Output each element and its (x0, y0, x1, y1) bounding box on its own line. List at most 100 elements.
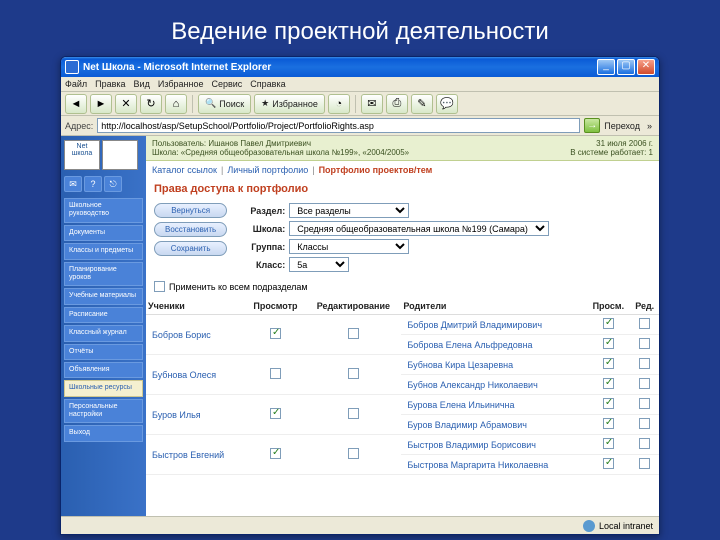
ie-window: Net Школа - Microsoft Internet Explorer … (60, 56, 660, 535)
parent-name[interactable]: Бобров Дмитрий Владимирович (401, 315, 586, 335)
apply-all-checkbox[interactable] (154, 281, 165, 292)
ie-icon (65, 60, 79, 74)
exit-icon[interactable]: ⎋ (104, 176, 122, 192)
favorites-button[interactable]: ★Избранное (254, 94, 325, 114)
forward-button[interactable]: ► (90, 94, 112, 114)
go-button[interactable]: → (584, 118, 600, 133)
mail-icon[interactable]: ✉ (64, 176, 82, 192)
view-checkbox[interactable] (270, 328, 281, 339)
edit-checkbox[interactable] (348, 448, 359, 459)
edit-checkbox[interactable] (348, 328, 359, 339)
sidebar-item-materials[interactable]: Учебные материалы (64, 288, 143, 304)
refresh-button[interactable]: ↻ (140, 94, 162, 114)
links-toggle[interactable]: » (644, 121, 655, 131)
menu-help[interactable]: Справка (250, 79, 285, 89)
class-select[interactable]: 5а (289, 257, 349, 272)
view-checkbox[interactable] (270, 368, 281, 379)
crumb-personal[interactable]: Личный портфолио (227, 165, 308, 175)
sidebar-item-reports[interactable]: Отчёты (64, 344, 143, 360)
sidebar-item-docs[interactable]: Документы (64, 225, 143, 241)
status-bar: Local intranet (61, 516, 659, 534)
maximize-button[interactable]: ▢ (617, 59, 635, 75)
pview-checkbox[interactable] (603, 458, 614, 469)
pedit-checkbox[interactable] (639, 358, 650, 369)
crumb-catalog[interactable]: Каталог ссылок (152, 165, 217, 175)
pedit-checkbox[interactable] (639, 378, 650, 389)
edit-button[interactable]: ✎ (411, 94, 433, 114)
minimize-button[interactable]: _ (597, 59, 615, 75)
search-button[interactable]: 🔍Поиск (198, 94, 251, 114)
pedit-checkbox[interactable] (639, 338, 650, 349)
parent-name[interactable]: Быстрова Маргарита Николаевна (401, 455, 586, 475)
menu-favorites[interactable]: Избранное (158, 79, 204, 89)
view-checkbox[interactable] (270, 408, 281, 419)
group-select[interactable]: Классы (289, 239, 409, 254)
pview-checkbox[interactable] (603, 378, 614, 389)
home-button[interactable]: ⌂ (165, 94, 187, 114)
back-button[interactable]: ◄ (65, 94, 87, 114)
menu-view[interactable]: Вид (134, 79, 150, 89)
sidebar-item-settings[interactable]: Персональные настройки (64, 399, 143, 424)
address-bar: Адрес: → Переход » (61, 116, 659, 136)
page-heading: Права доступа к портфолио (146, 179, 659, 199)
back-app-button[interactable]: Вернуться (154, 203, 227, 218)
student-name[interactable]: Бубнова Олеся (146, 355, 246, 395)
pview-checkbox[interactable] (603, 358, 614, 369)
pview-checkbox[interactable] (603, 338, 614, 349)
restore-button[interactable]: Восстановить (154, 222, 227, 237)
parent-name[interactable]: Буров Владимир Абрамович (401, 415, 586, 435)
section-label: Раздел: (237, 206, 285, 216)
sidebar-item-planning[interactable]: Планирование уроков (64, 262, 143, 287)
print-button[interactable]: ⎙ (386, 94, 408, 114)
view-checkbox[interactable] (270, 448, 281, 459)
address-input[interactable] (97, 118, 580, 133)
close-button[interactable]: ✕ (637, 59, 655, 75)
student-name[interactable]: Быстров Евгений (146, 435, 246, 475)
pedit-checkbox[interactable] (639, 438, 650, 449)
school-label: Школа: (237, 224, 285, 234)
menu-file[interactable]: Файл (65, 79, 87, 89)
parent-name[interactable]: Бурова Елена Ильинична (401, 395, 586, 415)
pview-checkbox[interactable] (603, 398, 614, 409)
sidebar-item-resources[interactable]: Школьные ресурсы (64, 380, 143, 396)
table-row: Бобров Борис Бобров Дмитрий Владимирович (146, 315, 659, 335)
pview-checkbox[interactable] (603, 438, 614, 449)
app-sidebar: Net школа ✉ ? ⎋ Школьное руководство Док… (61, 136, 146, 516)
main-panel: Пользователь: Ишанов Павел Дмитриевич Шк… (146, 136, 659, 516)
apply-all-label: Применить ко всем подразделам (169, 282, 308, 292)
parent-name[interactable]: Боброва Елена Альфредовна (401, 335, 586, 355)
mail-button[interactable]: ✉ (361, 94, 383, 114)
menu-tools[interactable]: Сервис (211, 79, 242, 89)
sidebar-item-logout[interactable]: Выход (64, 425, 143, 441)
parent-name[interactable]: Бубнов Александр Николаевич (401, 375, 586, 395)
help-icon[interactable]: ? (84, 176, 102, 192)
pedit-checkbox[interactable] (639, 398, 650, 409)
sidebar-item-journal[interactable]: Классный журнал (64, 325, 143, 341)
sidebar-item-classes[interactable]: Классы и предметы (64, 243, 143, 259)
student-name[interactable]: Буров Илья (146, 395, 246, 435)
save-button[interactable]: Сохранить (154, 241, 227, 256)
pedit-checkbox[interactable] (639, 418, 650, 429)
col-students: Ученики (146, 298, 246, 315)
history-button[interactable]: ◔ (328, 94, 350, 114)
student-name[interactable]: Бобров Борис (146, 315, 246, 355)
slide-title: Ведение проектной деятельности (0, 0, 720, 56)
edit-checkbox[interactable] (348, 408, 359, 419)
menu-edit[interactable]: Правка (95, 79, 125, 89)
group-label: Группа: (237, 242, 285, 252)
sidebar-item-admin[interactable]: Школьное руководство (64, 198, 143, 223)
school-select[interactable]: Средняя общеобразовательная школа №199 (… (289, 221, 549, 236)
sidebar-item-announce[interactable]: Объявления (64, 362, 143, 378)
edit-checkbox[interactable] (348, 368, 359, 379)
section-select[interactable]: Все разделы (289, 203, 409, 218)
parent-name[interactable]: Бубнова Кира Цезаревна (401, 355, 586, 375)
parent-name[interactable]: Быстров Владимир Борисович (401, 435, 586, 455)
pedit-checkbox[interactable] (639, 458, 650, 469)
stop-button[interactable]: ✕ (115, 94, 137, 114)
pview-checkbox[interactable] (603, 418, 614, 429)
sidebar-item-schedule[interactable]: Расписание (64, 307, 143, 323)
pview-checkbox[interactable] (603, 318, 614, 329)
crumb-current: Портфолио проектов/тем (319, 165, 433, 175)
messenger-button[interactable]: 💬 (436, 94, 458, 114)
pedit-checkbox[interactable] (639, 318, 650, 329)
